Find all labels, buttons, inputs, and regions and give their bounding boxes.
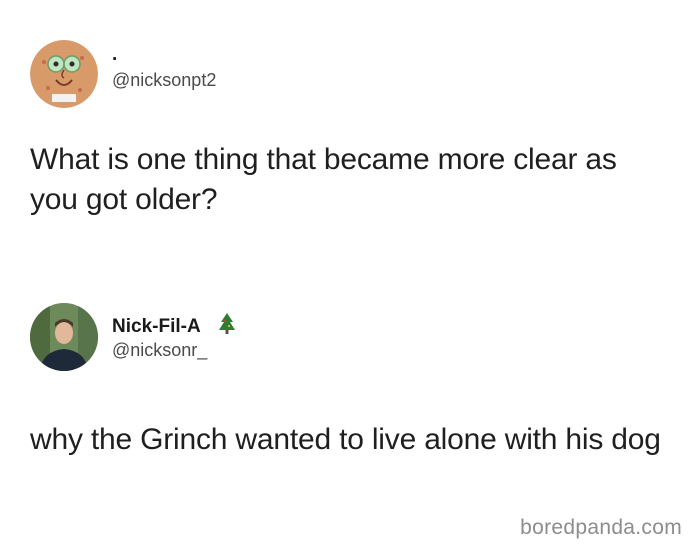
profile-photo-avatar-icon [30,303,98,371]
watermark: boredpanda.com [520,516,682,539]
display-name[interactable]: Nick-Fil-A [112,316,201,338]
tweet-text: What is one thing that became more clear… [30,143,617,216]
cartoon-face-avatar-icon [30,40,98,108]
user-handle[interactable]: @nicksonr_ [112,340,207,361]
display-name[interactable]: . [112,44,117,66]
tweet-question: . @nicksonpt2 What is one thing that bec… [0,0,700,270]
christmas-tree-icon [218,312,236,336]
tweet-answer: Nick-Fil-A @nicksonr_ why the Grinch wan… [0,290,700,550]
user-handle[interactable]: @nicksonpt2 [112,70,216,91]
user-avatar-nicksonpt2[interactable] [30,40,98,108]
user-avatar-nicksonr[interactable] [30,303,98,371]
tweet-text: why the Grinch wanted to live alone with… [30,423,661,456]
